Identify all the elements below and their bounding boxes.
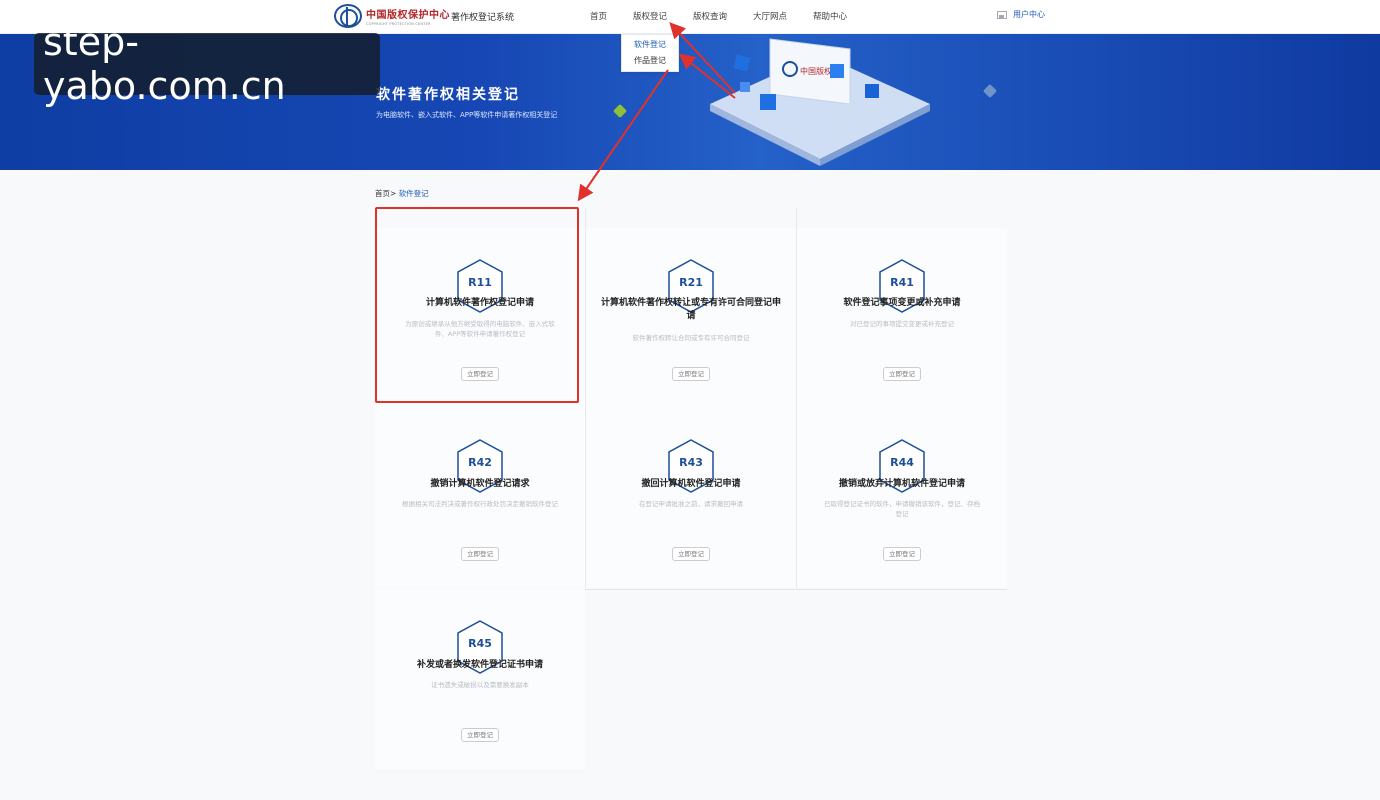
- card-title: 计算机软件著作权登记申请: [425, 298, 534, 308]
- dropdown-software-registration[interactable]: 软件登记: [622, 35, 678, 51]
- register-now-button[interactable]: 立即登记: [461, 367, 499, 381]
- banner-isometric-illustration: 中国版权: [710, 38, 930, 166]
- register-now-button[interactable]: 立即登记: [883, 367, 921, 381]
- register-now-button[interactable]: 立即登记: [883, 547, 921, 561]
- watermark-overlay: step-yabo.com.cn: [34, 20, 380, 108]
- card-code: R43: [679, 456, 703, 469]
- user-avatar-icon: [997, 10, 1007, 19]
- card-r42[interactable]: R42 撤销计算机软件登记请求 根据相关司法判决或著作权行政处罚决定撤销软件登记…: [375, 408, 585, 588]
- registration-dropdown: 软件登记 作品登记: [621, 34, 679, 72]
- nav-copyright-query[interactable]: 版权查询: [693, 10, 727, 22]
- nav-home[interactable]: 首页: [590, 10, 607, 22]
- card-code: R41: [890, 276, 914, 289]
- nav-copyright-registration[interactable]: 版权登记: [633, 10, 667, 22]
- nav-service-halls[interactable]: 大厅网点: [753, 10, 787, 22]
- card-description: 根据相关司法判决或著作权行政处罚决定撤销软件登记: [402, 500, 558, 508]
- card-r45[interactable]: R45 补发或者换发软件登记证书申请 证书遗失或破损以及需要换发副本 立即登记: [375, 589, 585, 769]
- card-title: 撤销或放弃计算机软件登记申请: [838, 479, 965, 489]
- card-description: 对已登记的事项提交变更或补充登记: [850, 320, 954, 328]
- card-code: R45: [468, 637, 492, 650]
- system-name: 著作权登记系统: [451, 13, 515, 23]
- card-r41[interactable]: R41 软件登记事项变更或补充申请 对已登记的事项提交变更或补充登记 立即登记: [797, 228, 1007, 408]
- card-code: R42: [468, 456, 492, 469]
- card-r11[interactable]: R11 计算机软件著作权登记申请 为原创或继承从他方继受取得的电脑软件、嵌入式软…: [375, 228, 585, 408]
- card-description: 证书遗失或破损以及需要换发副本: [431, 681, 529, 689]
- card-title: 撤回计算机软件登记申请: [641, 479, 741, 489]
- decor-cube-icon: [982, 83, 998, 99]
- svg-text:中国版权: 中国版权: [800, 66, 832, 76]
- card-description: 已取得登记证书的软件，申请撤销该软件，登记、存档登记: [824, 500, 980, 518]
- breadcrumb-current: 软件登记: [398, 189, 429, 198]
- card-code: R44: [890, 456, 914, 469]
- user-center-link[interactable]: 用户中心: [997, 9, 1045, 20]
- card-description: 在登记申请批准之前，请求撤回申请: [639, 500, 743, 508]
- dropdown-work-registration[interactable]: 作品登记: [622, 51, 678, 67]
- card-title: 补发或者换发软件登记证书申请: [416, 660, 543, 670]
- breadcrumb: 首页> 软件登记: [375, 188, 429, 199]
- breadcrumb-home[interactable]: 首页>: [375, 189, 396, 198]
- user-center-label: 用户中心: [1013, 10, 1045, 19]
- card-code: R21: [679, 276, 703, 289]
- register-now-button[interactable]: 立即登记: [672, 547, 710, 561]
- card-title: 计算机软件著作权转让或专有许可合同登记申请: [601, 298, 782, 321]
- card-description: 为原创或继承从他方继受取得的电脑软件、嵌入式软件、APP等软件申请著作权登记: [405, 320, 555, 338]
- nav-help-center[interactable]: 帮助中心: [813, 10, 847, 22]
- card-r21[interactable]: R21 计算机软件著作权转让或专有许可合同登记申请 软件著作权转让合同或专有许可…: [586, 228, 796, 408]
- logo-text-cn: 中国版权保护中心: [366, 10, 450, 21]
- banner-title: 软件著作权相关登记: [376, 87, 520, 103]
- card-r44[interactable]: R44 撤销或放弃计算机软件登记申请 已取得登记证书的软件，申请撤销该软件，登记…: [797, 408, 1007, 588]
- register-now-button[interactable]: 立即登记: [672, 367, 710, 381]
- card-title: 撤销计算机软件登记请求: [430, 479, 530, 489]
- card-title: 软件登记事项变更或补充申请: [843, 298, 961, 308]
- decor-cube-icon: [612, 103, 628, 119]
- banner-subtitle: 为电脑软件、嵌入式软件、APP等软件申请著作权相关登记: [376, 111, 558, 119]
- card-code: R11: [468, 276, 492, 289]
- register-now-button[interactable]: 立即登记: [461, 728, 499, 742]
- card-r43[interactable]: R43 撤回计算机软件登记申请 在登记申请批准之前，请求撤回申请 立即登记: [586, 408, 796, 588]
- card-description: 软件著作权转让合同或专有许可合同登记: [632, 334, 750, 342]
- register-now-button[interactable]: 立即登记: [461, 547, 499, 561]
- registration-card-grid: R11 计算机软件著作权登记申请 为原创或继承从他方继受取得的电脑软件、嵌入式软…: [375, 208, 1007, 769]
